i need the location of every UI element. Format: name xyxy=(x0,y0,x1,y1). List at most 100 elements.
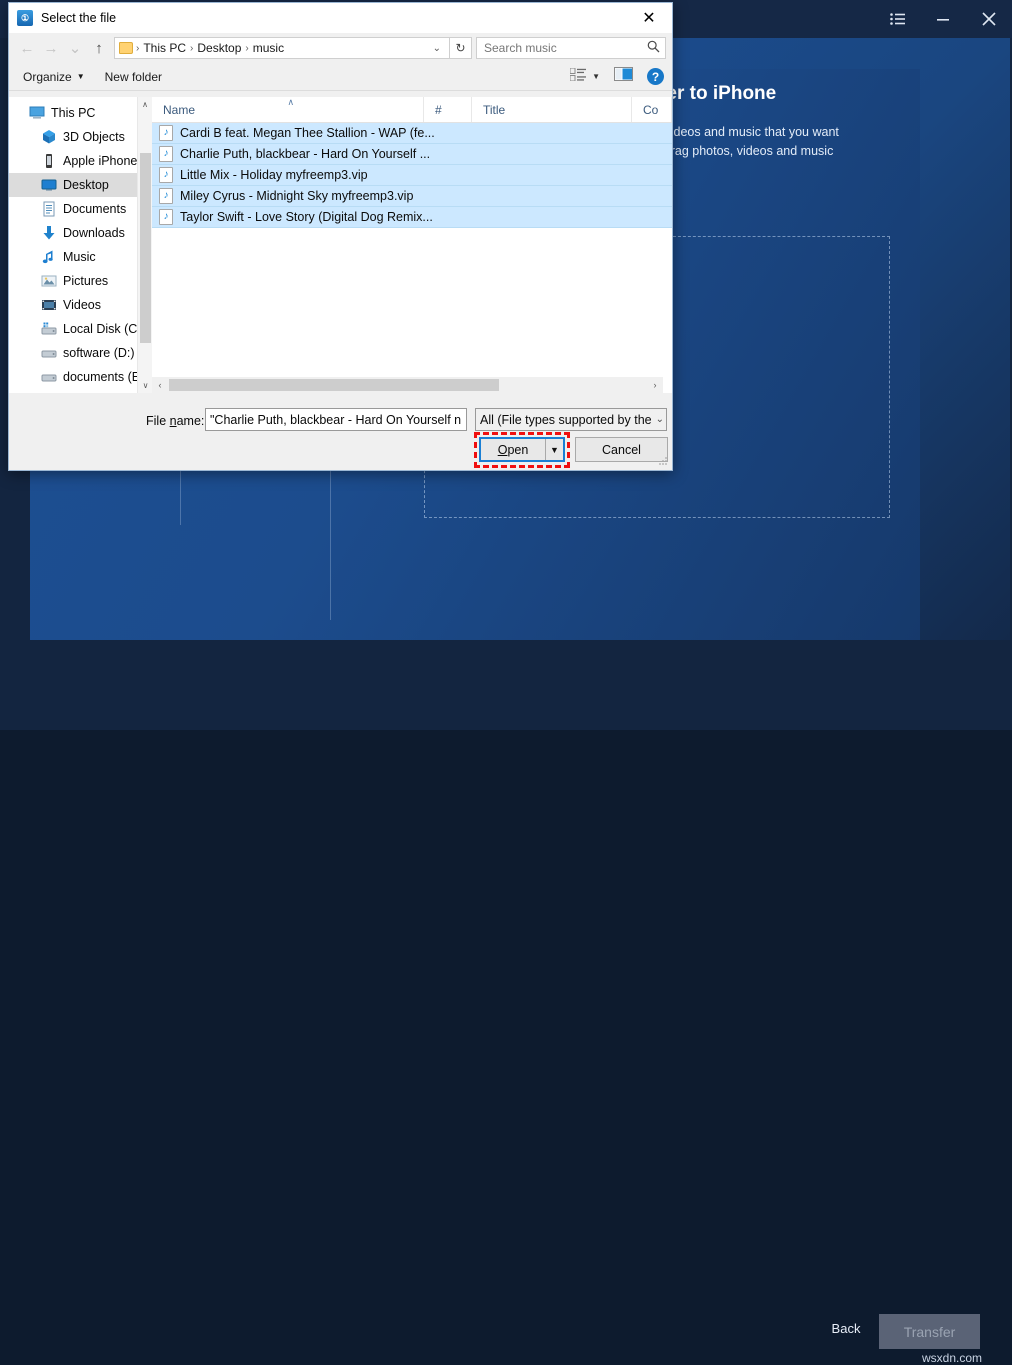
dialog-bottom-bar xyxy=(9,393,672,470)
download-icon xyxy=(41,225,57,241)
sidebar-item-apple-iphone[interactable]: Apple iPhone xyxy=(9,149,152,173)
breadcrumb-this-pc[interactable]: This PC xyxy=(140,41,189,55)
close-icon[interactable] xyxy=(966,0,1012,38)
sidebar-item-local-disk-c[interactable]: Local Disk (C:) xyxy=(9,317,152,341)
organize-button[interactable]: Organize ▼ xyxy=(17,68,91,86)
file-list-horizontal-scrollbar[interactable]: ‹ › xyxy=(152,377,663,393)
sidebar-item-desktop[interactable]: Desktop xyxy=(9,173,152,197)
column-header-title[interactable]: Title xyxy=(472,97,632,122)
view-options-button[interactable]: ▼ xyxy=(570,68,600,86)
search-input[interactable] xyxy=(482,40,647,56)
sidebar-item-label: Downloads xyxy=(63,226,125,240)
file-name: Little Mix - Holiday myfreemp3.vip xyxy=(180,168,368,182)
chevron-down-icon[interactable]: ⌄ xyxy=(461,414,467,425)
open-button[interactable]: Open ▼ xyxy=(479,437,565,462)
sidebar-item-documents[interactable]: Documents xyxy=(9,197,152,221)
cancel-button[interactable]: Cancel xyxy=(575,437,668,462)
dialog-close-icon[interactable]: ✕ xyxy=(626,3,672,33)
file-name: Taylor Swift - Love Story (Digital Dog R… xyxy=(180,210,433,224)
chevron-down-icon[interactable]: ⌄ xyxy=(652,414,664,425)
column-label: Title xyxy=(483,103,505,117)
sort-ascending-icon: ∧ xyxy=(288,97,295,108)
sidebar-item-downloads[interactable]: Downloads xyxy=(9,221,152,245)
sidebar-item-music[interactable]: Music xyxy=(9,245,152,269)
select-file-dialog: ① Select the file ✕ ← → ⌄ ↑ › This PC › … xyxy=(8,2,673,471)
address-bar[interactable]: › This PC › Desktop › music ⌄ xyxy=(114,37,450,59)
new-folder-label: New folder xyxy=(105,70,162,84)
recent-locations-icon[interactable]: ⌄ xyxy=(63,36,87,60)
nav-back-icon[interactable]: ← xyxy=(15,36,39,60)
drive-icon xyxy=(41,345,57,361)
scroll-down-icon[interactable]: ∨ xyxy=(138,378,152,393)
sidebar-item-pictures[interactable]: Pictures xyxy=(9,269,152,293)
breadcrumb-music[interactable]: music xyxy=(250,41,287,55)
organize-label: Organize xyxy=(23,70,72,84)
file-rows: ♪ Cardi B feat. Megan Thee Stallion - WAP… xyxy=(152,123,672,228)
chevron-down-icon: ▼ xyxy=(77,72,85,81)
file-type-filter-value: All (File types supported by the xyxy=(480,413,652,427)
help-icon[interactable]: ? xyxy=(647,68,664,85)
pc-icon xyxy=(29,105,45,121)
table-row[interactable]: ♪ Cardi B feat. Megan Thee Stallion - WAP… xyxy=(152,123,672,144)
sidebar-item-this-pc[interactable]: This PC xyxy=(9,101,152,125)
sidebar-list: This PC 3D Objects Apple iPhone Desktop Docu… xyxy=(9,97,152,389)
sidebar-item-label: 3D Objects xyxy=(63,130,125,144)
desktop-icon xyxy=(41,177,57,193)
sidebar-tree: This PC 3D Objects Apple iPhone Desktop Docu… xyxy=(9,97,152,393)
table-row[interactable]: ♪Miley Cyrus - Midnight Sky myfreemp3.vi… xyxy=(152,186,672,207)
transfer-button[interactable]: Transfer xyxy=(879,1314,980,1349)
file-name-input[interactable]: "Charlie Puth, blackbear - Hard On Yours… xyxy=(205,408,467,431)
scroll-left-icon[interactable]: ‹ xyxy=(152,377,168,393)
scroll-right-icon[interactable]: › xyxy=(647,377,663,393)
app-logo-icon: ① xyxy=(17,10,33,26)
resize-grip[interactable] xyxy=(657,456,669,468)
sidebar-item-videos[interactable]: Videos xyxy=(9,293,152,317)
address-dropdown-icon[interactable]: ⌄ xyxy=(429,43,445,54)
sidebar-item-label: Music xyxy=(63,250,96,264)
sidebar-item-label: Videos xyxy=(63,298,101,312)
pictures-icon xyxy=(41,273,57,289)
open-split-dropdown-icon[interactable]: ▼ xyxy=(545,439,563,460)
sidebar-item-label: Desktop xyxy=(63,178,109,192)
breadcrumb-desktop[interactable]: Desktop xyxy=(194,41,244,55)
search-box[interactable] xyxy=(476,37,666,59)
column-label: Co xyxy=(643,103,658,117)
scroll-up-icon[interactable]: ∧ xyxy=(138,97,152,112)
music-file-icon: ♪ xyxy=(159,146,173,162)
sidebar-item-label: Documents xyxy=(63,202,126,216)
column-label: Name xyxy=(163,103,195,117)
search-icon xyxy=(647,40,660,56)
dialog-toolbar: Organize ▼ New folder ▼ xyxy=(9,63,672,91)
table-row[interactable]: ♪Charlie Puth, blackbear - Hard On Yours… xyxy=(152,144,672,165)
sidebar-item-documents-e[interactable]: documents (E:) xyxy=(9,365,152,389)
file-type-filter-dropdown[interactable]: All (File types supported by the ⌄ xyxy=(475,408,667,431)
music-file-icon: ♪ xyxy=(159,125,173,141)
table-row[interactable]: ♪Little Mix - Holiday myfreemp3.vip xyxy=(152,165,672,186)
menu-icon[interactable] xyxy=(874,0,920,38)
dialog-navigation-bar: ← → ⌄ ↑ › This PC › Desktop › music ⌄ ↻ xyxy=(9,33,672,63)
sidebar-scroll-thumb[interactable] xyxy=(140,153,151,343)
sidebar-scrollbar[interactable]: ∧ ∨ xyxy=(137,97,152,393)
music-note-icon xyxy=(41,249,57,265)
column-header-contributing-artists[interactable]: Co xyxy=(632,97,672,122)
nav-forward-icon[interactable]: → xyxy=(39,36,63,60)
app-footer: Back Transfer wsxdn.com xyxy=(0,640,1012,730)
sidebar-item-software-d[interactable]: software (D:) xyxy=(9,341,152,365)
videos-icon xyxy=(41,297,57,313)
refresh-icon[interactable]: ↻ xyxy=(450,37,472,59)
column-header-number[interactable]: # xyxy=(424,97,472,122)
panel-divider-mid xyxy=(330,455,331,620)
file-name: Cardi B feat. Megan Thee Stallion - WAP … xyxy=(180,126,435,140)
table-row[interactable]: ♪Taylor Swift - Love Story (Digital Dog … xyxy=(152,207,672,228)
preview-pane-button[interactable] xyxy=(614,67,633,86)
column-header-name[interactable]: Name ∧ xyxy=(152,97,424,122)
minimize-icon[interactable] xyxy=(920,0,966,38)
back-button[interactable]: Back xyxy=(820,1321,872,1336)
open-button-label: Open xyxy=(481,443,545,457)
disk-icon xyxy=(41,321,57,337)
new-folder-button[interactable]: New folder xyxy=(99,68,168,86)
hscroll-thumb[interactable] xyxy=(169,379,499,391)
dialog-title: Select the file xyxy=(41,11,116,25)
nav-up-icon[interactable]: ↑ xyxy=(87,36,111,60)
sidebar-item-3d-objects[interactable]: 3D Objects xyxy=(9,125,152,149)
